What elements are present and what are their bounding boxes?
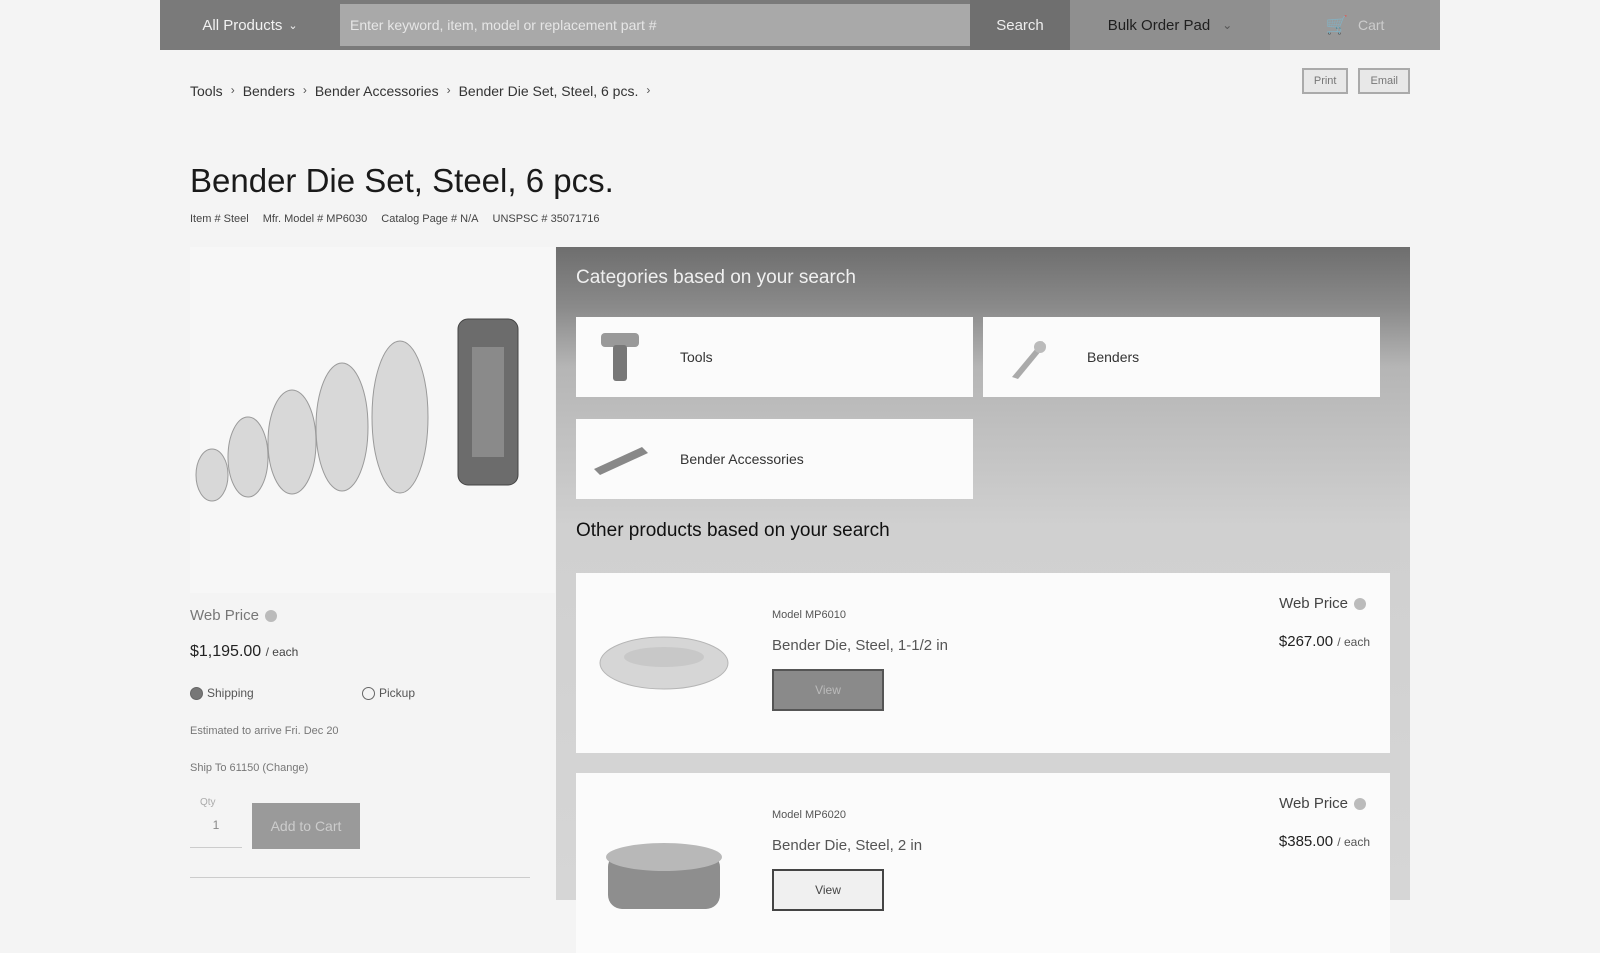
product-price: $1,195.00 / each	[190, 643, 298, 661]
search-input[interactable]	[340, 4, 970, 46]
utility-buttons: Print Email	[1301, 68, 1410, 94]
meta-catalog: Catalog Page # N/A	[381, 213, 479, 225]
ship-to-link[interactable]: Ship To 61150 (Change)	[190, 762, 308, 774]
info-icon[interactable]	[1354, 798, 1366, 811]
cart-icon: 🛒	[1325, 14, 1348, 35]
bender-thumbnail-icon	[997, 327, 1057, 387]
department-label: All Products	[202, 16, 283, 34]
category-card-benders[interactable]: Benders	[983, 317, 1380, 397]
categories-heading: Categories based on your search	[576, 267, 856, 288]
breadcrumb: Tools › Benders › Bender Accessories › B…	[190, 83, 650, 99]
page-title: Bender Die Set, Steel, 6 pcs.	[190, 162, 614, 199]
chevron-right-icon: ›	[230, 83, 235, 97]
meta-item: Item # Steel	[190, 213, 249, 225]
product-card[interactable]: Model MP6020 Bender Die, Steel, 2 in Vie…	[576, 773, 1390, 953]
product-price: $267.00 / each	[1279, 633, 1370, 650]
recommendations-panel: Categories based on your search Tools Be…	[556, 247, 1410, 953]
chevron-down-icon: ⌄	[1222, 18, 1233, 32]
category-label: Bender Accessories	[680, 451, 804, 467]
product-thumbnail	[594, 803, 734, 923]
view-button[interactable]: View	[772, 669, 884, 711]
product-name[interactable]: Bender Die, Steel, 2 in	[772, 837, 922, 854]
breadcrumb-item-current: Bender Die Set, Steel, 6 pcs.	[458, 83, 639, 99]
radio-icon	[362, 686, 375, 700]
view-button[interactable]: View	[772, 869, 884, 911]
other-products-heading: Other products based on your search	[576, 520, 890, 541]
web-price-label: Web Price	[190, 607, 277, 624]
search-button[interactable]: Search	[970, 0, 1070, 50]
chevron-right-icon: ›	[646, 83, 651, 97]
web-price-text: Web Price	[190, 607, 259, 624]
breadcrumb-item-bender-accessories[interactable]: Bender Accessories	[315, 83, 439, 99]
product-name[interactable]: Bender Die, Steel, 1-1/2 in	[772, 637, 948, 654]
product-card[interactable]: Model MP6010 Bender Die, Steel, 1-1/2 in…	[576, 573, 1390, 753]
accessory-thumbnail-icon	[590, 429, 650, 489]
email-button[interactable]: Email	[1358, 68, 1410, 94]
category-card-bender-accessories[interactable]: Bender Accessories	[576, 419, 973, 499]
shipping-label: Shipping	[207, 686, 254, 700]
web-price-text: Web Price	[1279, 795, 1348, 812]
product-price: $385.00 / each	[1279, 833, 1370, 850]
department-selector[interactable]: All Products ⌄	[160, 0, 340, 50]
bulk-order-label: Bulk Order Pad	[1107, 16, 1211, 34]
category-card-tools[interactable]: Tools	[576, 317, 973, 397]
chevron-down-icon: ⌄	[288, 19, 298, 32]
price-unit: / each	[1337, 635, 1370, 649]
product-thumbnail	[594, 603, 734, 723]
cart-label: Cart	[1357, 17, 1385, 33]
delivery-estimate: Estimated to arrive Fri. Dec 20	[190, 725, 339, 737]
product-image[interactable]	[190, 247, 555, 593]
web-price-text: Web Price	[1279, 595, 1348, 612]
product-model: Model MP6020	[772, 809, 846, 821]
product-purchase-panel: Web Price $1,195.00 / each Shipping Pick…	[190, 247, 555, 900]
category-label: Tools	[680, 349, 713, 365]
cart-button[interactable]: 🛒 Cart	[1270, 0, 1440, 50]
meta-unspsc: UNSPSC # 35071716	[492, 213, 600, 225]
info-icon[interactable]	[264, 610, 277, 623]
chevron-right-icon: ›	[302, 83, 307, 97]
top-navigation-bar: All Products ⌄ Search Bulk Order Pad ⌄ 🛒…	[160, 0, 1440, 50]
chevron-right-icon: ›	[446, 83, 451, 97]
info-icon[interactable]	[1354, 598, 1366, 611]
meta-model: Mfr. Model # MP6030	[262, 213, 368, 225]
product-model: Model MP6010	[772, 609, 846, 621]
web-price-label: Web Price	[1279, 795, 1366, 812]
price-unit: / each	[265, 645, 299, 659]
price-value: $267.00	[1278, 633, 1334, 650]
shipping-option[interactable]: Shipping	[190, 686, 254, 700]
pickup-label: Pickup	[379, 686, 416, 700]
bulk-order-pad-button[interactable]: Bulk Order Pad ⌄	[1070, 0, 1270, 50]
divider	[190, 877, 530, 878]
price-value: $385.00	[1278, 833, 1334, 850]
product-meta: Item # Steel Mfr. Model # MP6030 Catalog…	[190, 213, 600, 225]
category-label: Benders	[1087, 349, 1140, 365]
breadcrumb-item-benders[interactable]: Benders	[243, 83, 295, 99]
quantity-field[interactable]: 1	[190, 802, 242, 848]
price-value: $1,195.00	[190, 643, 262, 660]
pickup-option[interactable]: Pickup	[362, 686, 415, 700]
print-button[interactable]: Print	[1301, 68, 1349, 94]
radio-icon	[190, 686, 203, 700]
breadcrumb-item-tools[interactable]: Tools	[190, 83, 223, 99]
price-unit: / each	[1337, 835, 1370, 849]
web-price-label: Web Price	[1279, 595, 1366, 612]
add-to-cart-button[interactable]: Add to Cart	[252, 803, 360, 849]
tool-thumbnail-icon	[590, 327, 650, 387]
